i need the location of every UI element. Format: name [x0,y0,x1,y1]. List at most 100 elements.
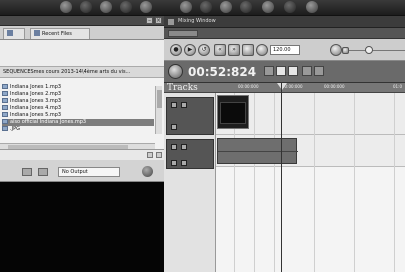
audio-file-icon [2,98,8,103]
toolbar-icon-2[interactable] [80,1,92,13]
list-item[interactable]: Indiana Jones 2.mp3 [2,91,61,98]
folder-icon [7,30,13,36]
timecode-display: 00:52:824 [188,65,257,79]
toolbar-icon-4[interactable] [120,1,132,13]
audio-clip[interactable] [217,138,298,164]
transport-bar: ● ▶ ↺ « » 120.00 [164,39,405,61]
output-toolbar: No Output [0,160,164,182]
view-button-1[interactable] [264,66,274,76]
view-button-2[interactable] [276,66,286,76]
mixing-window-icon [168,19,174,25]
panel-close-icon[interactable] [156,152,162,158]
file-list: Indiana Jones 1.mp3 Indiana Jones 2.mp3 … [0,78,164,150]
camera-icon[interactable] [22,168,32,176]
tempo-input[interactable]: 120.00 [270,45,300,55]
mix-chip[interactable] [168,30,198,37]
volume-slider-knob[interactable] [365,46,373,54]
ruler-label: 00:00:000 [324,84,345,89]
output-select[interactable]: No Output [58,167,120,177]
audio-file-icon [2,112,8,117]
view-button-4[interactable] [302,66,312,76]
track-visibility-icon[interactable] [171,124,177,130]
track-mute-icon[interactable] [171,144,177,150]
grid-line [254,93,255,272]
video-preview [0,182,164,272]
audio-file-icon [2,84,8,89]
track-speaker-icon[interactable] [171,160,177,166]
panel-minimize-icon[interactable] [147,152,153,158]
record-button[interactable] [142,166,153,177]
playhead-handle[interactable] [277,83,287,90]
video-clip-thumbnail [220,102,246,124]
tab-browser[interactable] [3,28,25,39]
list-item-selected[interactable]: also official Indiana Jones.mp3 [2,119,154,126]
rewind-icon[interactable]: « [214,44,226,56]
tracks-area: 00:00:000 00:00:000 00:00:000 01:0 Track… [164,83,405,272]
audio-file-icon [2,91,8,96]
time-mode-button[interactable] [168,64,183,79]
toolbar-icon-12[interactable] [306,1,318,13]
track-headers [164,93,216,272]
marker-icon[interactable] [242,44,254,56]
browser-empty-area [0,40,164,66]
output-panel-header [0,150,164,160]
record-icon[interactable]: ● [170,44,182,56]
track-lock-icon[interactable] [181,144,187,150]
play-icon[interactable]: ▶ [184,44,196,56]
toolbar-icon-5[interactable] [140,1,152,13]
panel-minimize-icon[interactable]: – [146,17,153,24]
toolbar-icon-10[interactable] [262,1,274,13]
speaker-icon[interactable] [342,47,349,54]
view-button-5[interactable] [314,66,324,76]
recent-files-icon [34,30,40,36]
playhead-line[interactable] [281,83,282,272]
scrollbar-thumb[interactable] [8,145,128,149]
toolbar-icon-11[interactable] [284,1,296,13]
grid-line [394,93,395,272]
ruler-label: 00:00:000 [238,84,259,89]
track-mute-icon[interactable] [171,102,177,108]
audio-file-icon [2,119,8,124]
track-lock-icon[interactable] [181,102,187,108]
forward-icon[interactable]: » [228,44,240,56]
list-item[interactable]: Indiana Jones 4.mp3 [2,105,61,112]
video-clip[interactable] [217,95,249,129]
audio-track-header[interactable] [166,139,214,169]
audio-waveform [218,151,298,152]
toolbar-icon-3[interactable] [100,1,112,13]
path-bar[interactable]: SEQUENCESmes cours 2013-14\4ème arts du … [0,66,164,78]
app-window: – × Recent Files SEQUENCESmes cours 2013… [0,0,405,272]
volume-slider-track[interactable] [349,50,405,51]
save-icon[interactable] [38,168,48,176]
toolbar-icon-7[interactable] [200,1,212,13]
list-item[interactable]: .JPG [2,126,20,133]
tab-recent-files[interactable]: Recent Files [30,28,90,39]
toolbar-icon-1[interactable] [60,1,72,13]
volume-icon[interactable] [330,44,342,56]
track-effect-icon[interactable] [181,160,187,166]
list-item[interactable]: Indiana Jones 3.mp3 [2,98,61,105]
browser-panel-header: – × [0,16,164,26]
grid-line [314,93,315,272]
metronome-icon[interactable] [256,44,268,56]
empty-lane-area[interactable] [216,167,405,272]
file-list-vertical-scrollbar[interactable] [155,86,162,134]
panel-close-icon[interactable]: × [155,17,162,24]
toolbar-icon-9[interactable] [240,1,252,13]
list-item[interactable]: Indiana Jones 5.mp3 [2,112,61,119]
grid-line [274,93,275,272]
file-list-horizontal-scrollbar[interactable] [0,143,155,149]
image-file-icon [2,126,8,131]
video-track-header[interactable] [166,97,214,135]
main-toolbar [0,0,405,16]
toolbar-icon-6[interactable] [180,1,192,13]
toolbar-icon-8[interactable] [220,1,232,13]
mixing-window-title: Mixing Window [164,16,405,28]
timeline-ruler[interactable]: 00:00:000 00:00:000 00:00:000 01:0 [164,83,405,93]
ruler-label: 01:0 [393,84,402,89]
list-item[interactable]: Indiana Jones 1.mp3 [2,84,61,91]
scrollbar-thumb[interactable] [157,90,162,108]
mixing-subbar [164,28,405,39]
view-button-3[interactable] [288,66,298,76]
loop-icon[interactable]: ↺ [198,44,210,56]
